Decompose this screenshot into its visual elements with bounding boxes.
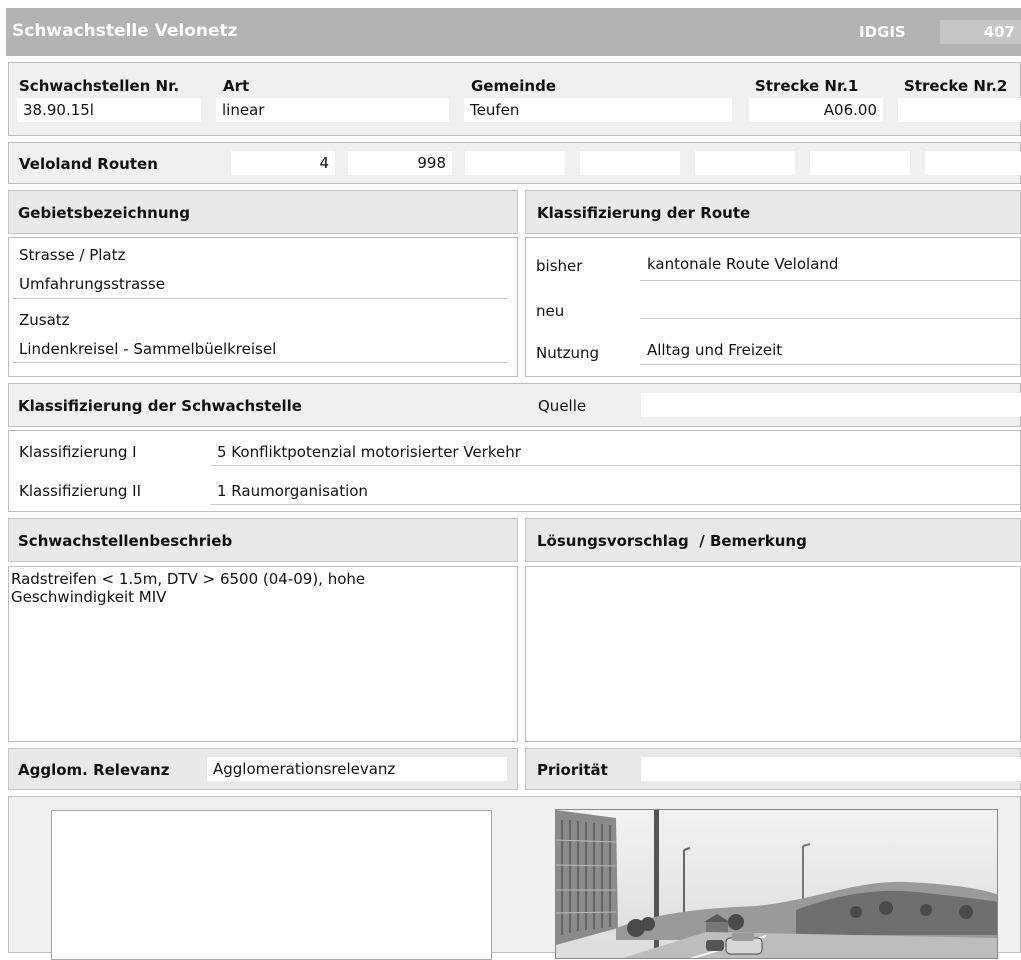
image-panel: [8, 796, 1021, 960]
klass2-underline: [211, 504, 1021, 505]
beschrieb-line-1: Radstreifen < 1.5m, DTV > 6500 (04-09), …: [11, 570, 366, 588]
strecke-nr2-label: Strecke Nr.2: [904, 77, 1008, 95]
zusatz-underline: [13, 362, 507, 363]
zusatz-value[interactable]: Lindenkreisel - Sammelbüelkreisel: [19, 340, 276, 358]
schwachstellen-nr-field[interactable]: 38.90.15l: [17, 98, 201, 122]
klass1-value[interactable]: 5 Konfliktpotenzial motorisierter Verkeh…: [217, 443, 521, 461]
agglom-field[interactable]: Agglomerationsrelevanz: [207, 757, 507, 781]
site-photo: [555, 809, 998, 959]
gebiet-content: Strasse / Platz Umfahrungsstrasse Zusatz…: [8, 237, 518, 377]
strasse-underline: [13, 298, 507, 299]
schwachstellen-nr-label: Schwachstellen Nr.: [19, 77, 180, 95]
bisher-underline: [640, 280, 1021, 281]
idgis-label: IDGIS: [859, 23, 906, 41]
veloland-field-7[interactable]: [925, 151, 1021, 175]
klass2-value[interactable]: 1 Raumorganisation: [217, 482, 368, 500]
page-title: Schwachstelle Velonetz: [12, 21, 238, 41]
gebiet-title: Gebietsbezeichnung: [18, 204, 190, 222]
street-photo-icon: [556, 810, 997, 958]
zusatz-label: Zusatz: [19, 311, 70, 329]
klass-route-title: Klassifizierung der Route: [537, 204, 751, 222]
nutzung-label: Nutzung: [536, 344, 600, 362]
neu-underline: [640, 318, 1021, 319]
idgis-field[interactable]: 407: [940, 20, 1021, 44]
klass-route-header: Klassifizierung der Route: [525, 190, 1021, 234]
veloland-label: Veloland Routen: [19, 155, 158, 173]
veloland-field-2[interactable]: 998: [348, 151, 452, 175]
map-image-placeholder: [51, 810, 492, 960]
klass-schwach-title: Klassifizierung der Schwachstelle: [18, 397, 302, 415]
veloland-field-3[interactable]: [465, 151, 565, 175]
bisher-value[interactable]: kantonale Route Veloland: [647, 255, 838, 273]
quelle-label: Quelle: [538, 397, 587, 415]
strasse-value[interactable]: Umfahrungsstrasse: [19, 275, 165, 293]
idgis-value: 407: [983, 23, 1015, 41]
agglom-label: Agglom. Relevanz: [18, 761, 170, 779]
strecke-nr2-field[interactable]: [898, 98, 1021, 122]
loesung-header: Lösungsvorschlag / Bemerkung: [525, 518, 1021, 562]
klass-route-content: bisher kantonale Route Veloland neu Nutz…: [525, 237, 1021, 377]
prioritaet-label: Priorität: [537, 761, 608, 779]
beschrieb-header: Schwachstellenbeschrieb: [8, 518, 518, 562]
identification-panel: Schwachstellen Nr. 38.90.15l Art linear …: [8, 62, 1021, 136]
strecke-nr1-label: Strecke Nr.1: [755, 77, 859, 95]
gemeinde-field[interactable]: Teufen: [464, 98, 732, 122]
klass2-label: Klassifizierung II: [19, 482, 142, 500]
klass1-label: Klassifizierung I: [19, 443, 137, 461]
beschrieb-textarea[interactable]: Radstreifen < 1.5m, DTV > 6500 (04-09), …: [8, 566, 518, 742]
gemeinde-label: Gemeinde: [471, 77, 557, 95]
veloland-field-5[interactable]: [695, 151, 795, 175]
strecke-nr1-field[interactable]: A06.00: [749, 98, 883, 122]
veloland-field-6[interactable]: [810, 151, 910, 175]
prioritaet-field[interactable]: [641, 757, 1021, 781]
art-field[interactable]: linear: [216, 98, 449, 122]
agglom-panel: Agglom. Relevanz Agglomerationsrelevanz: [8, 748, 518, 790]
nutzung-value[interactable]: Alltag und Freizeit: [647, 341, 782, 359]
loesung-title: Lösungsvorschlag / Bemerkung: [537, 532, 807, 550]
prioritaet-panel: Priorität: [525, 748, 1021, 790]
veloland-field-4[interactable]: [580, 151, 680, 175]
quelle-field[interactable]: [641, 393, 1021, 417]
klass-schwach-header: Klassifizierung der Schwachstelle Quelle: [8, 383, 1021, 427]
nutzung-underline: [640, 364, 1021, 365]
neu-label: neu: [536, 302, 565, 320]
veloland-panel: Veloland Routen 4 998: [8, 142, 1021, 184]
bisher-label: bisher: [536, 257, 583, 275]
beschrieb-title: Schwachstellenbeschrieb: [18, 532, 233, 550]
title-bar: Schwachstelle Velonetz IDGIS 407: [6, 8, 1021, 56]
veloland-field-1[interactable]: 4: [231, 151, 335, 175]
gebiet-header: Gebietsbezeichnung: [8, 190, 518, 234]
strasse-label: Strasse / Platz: [19, 246, 126, 264]
loesung-textarea[interactable]: [525, 566, 1021, 742]
beschrieb-line-2: Geschwindigkeit MIV: [11, 588, 167, 606]
art-label: Art: [223, 77, 250, 95]
klass-schwach-content: Klassifizierung I 5 Konfliktpotenzial mo…: [8, 430, 1021, 512]
klass1-underline: [211, 465, 1021, 466]
